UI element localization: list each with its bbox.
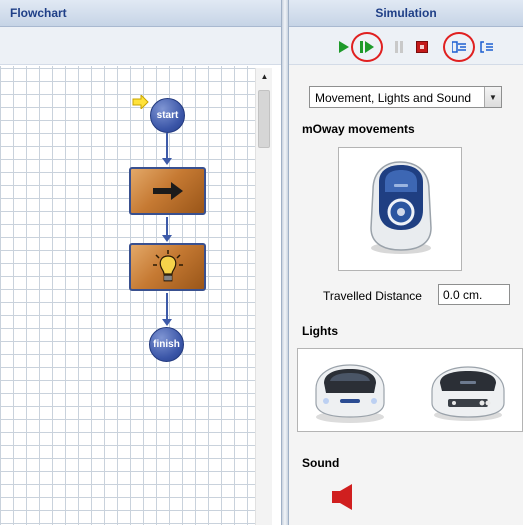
simulation-toolbar xyxy=(289,27,523,65)
speaker-icon xyxy=(332,484,352,510)
connector-line xyxy=(166,293,168,321)
flowchart-toolbar-strip xyxy=(0,27,281,65)
moway-lights-rear-image xyxy=(431,366,505,421)
chevron-down-icon[interactable]: ▼ xyxy=(484,87,501,107)
flowchart-panel: Flowchart start finish ▲ xyxy=(0,0,281,525)
simulation-header: Simulation xyxy=(289,0,523,27)
movements-section-title: mOway movements xyxy=(302,122,415,136)
connector-arrow xyxy=(162,235,172,242)
finish-node[interactable]: finish xyxy=(149,327,184,362)
arrow-right-icon xyxy=(152,182,183,200)
sound-section-title: Sound xyxy=(302,456,340,470)
play-button[interactable] xyxy=(336,39,352,55)
travelled-distance-field[interactable]: 0.0 cm. xyxy=(438,284,510,305)
travelled-distance-label: Travelled Distance xyxy=(323,289,422,303)
play-icon xyxy=(339,41,349,53)
step-into-icon xyxy=(452,41,466,53)
lights-block[interactable] xyxy=(129,243,206,291)
current-step-pointer-icon xyxy=(132,95,149,109)
start-node[interactable]: start xyxy=(150,98,185,133)
lightbulb-icon xyxy=(152,250,183,282)
stop-button[interactable] xyxy=(414,39,430,55)
connector-line xyxy=(166,133,168,160)
simulation-mode-value: Movement, Lights and Sound xyxy=(315,91,472,105)
stop-icon xyxy=(416,41,428,53)
simulation-mode-select[interactable]: Movement, Lights and Sound ▼ xyxy=(309,86,502,108)
step-button[interactable] xyxy=(359,39,375,55)
flowchart-canvas[interactable]: start finish xyxy=(0,66,255,525)
flowchart-vertical-scrollbar[interactable]: ▲ xyxy=(255,68,272,525)
flowchart-header: Flowchart xyxy=(0,0,281,27)
simulation-title: Simulation xyxy=(375,6,437,20)
step-out-button[interactable] xyxy=(479,39,495,55)
moway-movement-view xyxy=(338,147,462,271)
finish-node-label: finish xyxy=(153,339,180,350)
connector-line xyxy=(166,217,168,237)
connector-arrow xyxy=(162,158,172,165)
scrollbar-thumb[interactable] xyxy=(258,90,270,148)
scroll-up-icon[interactable]: ▲ xyxy=(256,68,273,85)
lights-section-title: Lights xyxy=(302,324,338,338)
panel-splitter[interactable] xyxy=(281,0,289,525)
simulation-panel: Simulation Movement, Lights and Sound ▼ … xyxy=(289,0,523,525)
step-out-icon xyxy=(480,41,493,53)
start-node-label: start xyxy=(156,110,179,121)
moway-robot-front-image xyxy=(370,161,432,254)
flowchart-title: Flowchart xyxy=(10,6,67,20)
connector-arrow xyxy=(162,319,172,326)
lights-view xyxy=(297,348,523,432)
moway-lights-front-image xyxy=(315,364,385,423)
step-into-button[interactable] xyxy=(451,39,467,55)
movement-block[interactable] xyxy=(129,167,206,215)
step-icon xyxy=(360,41,374,53)
pause-button[interactable] xyxy=(391,39,407,55)
pause-icon xyxy=(395,41,403,53)
